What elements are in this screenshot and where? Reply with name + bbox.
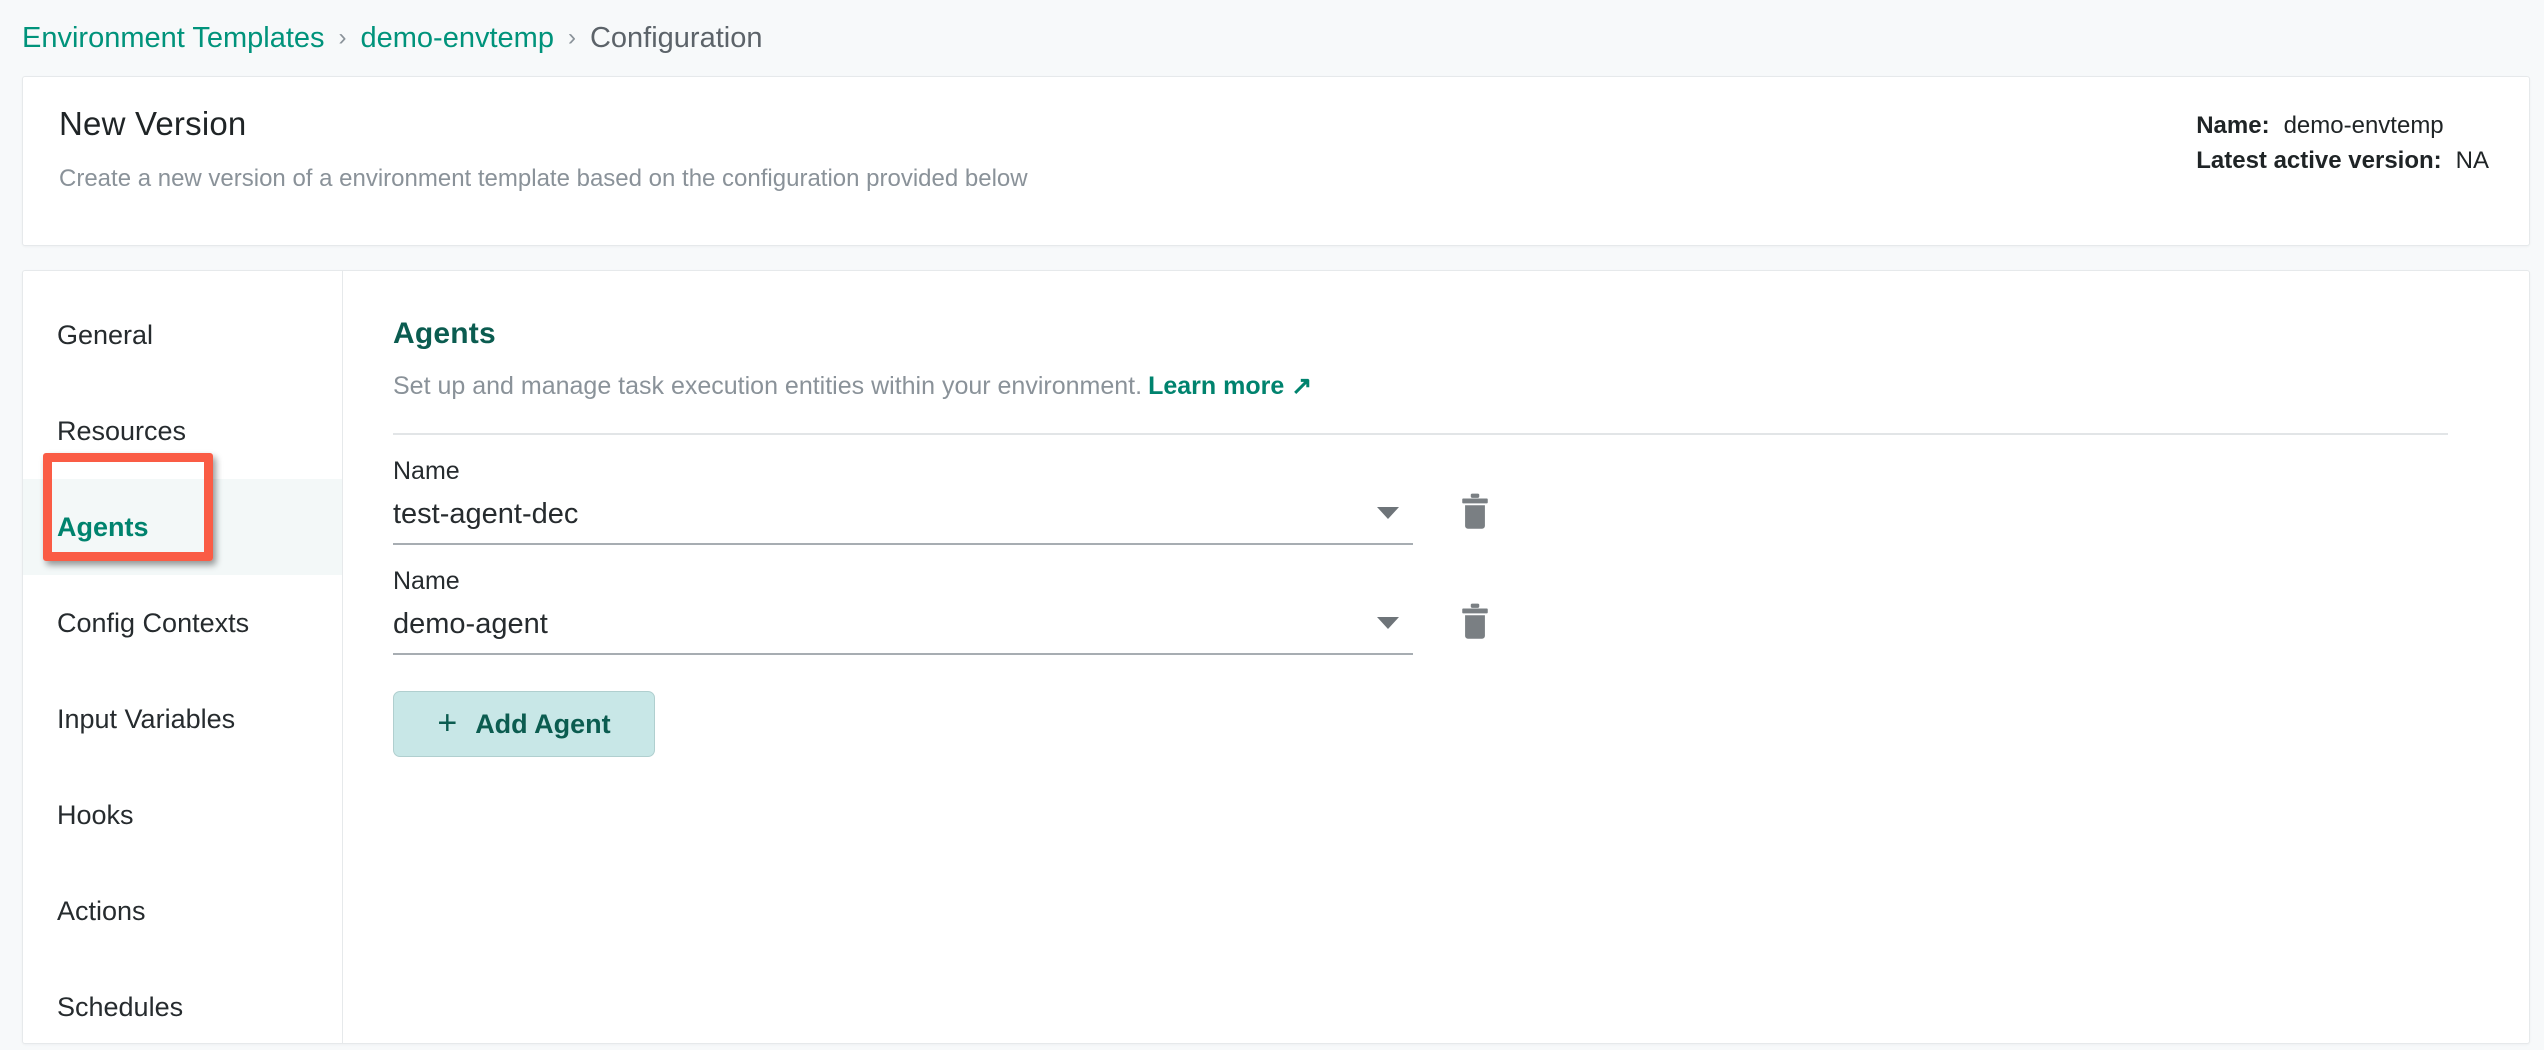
section-divider (393, 433, 2448, 435)
configuration-body-card: General Resources Agents Config Contexts… (22, 270, 2530, 1044)
agent-name-label: Name (393, 457, 460, 485)
page-title: New Version (59, 105, 247, 142)
breadcrumb-separator-icon: › (567, 24, 576, 51)
section-title: Agents (393, 317, 496, 350)
metadata-name-label: Name: (2196, 112, 2270, 139)
metadata-name-value: demo-envtemp (2283, 112, 2444, 139)
metadata-version-label: Latest active version: (2196, 146, 2442, 174)
sidebar-item-schedules[interactable]: Schedules (23, 959, 342, 1043)
add-agent-label: Add Agent (475, 708, 611, 739)
breadcrumb-item-configuration: Configuration (589, 21, 763, 54)
trash-icon (1462, 603, 1488, 639)
sidebar-item-actions[interactable]: Actions (23, 863, 342, 959)
chevron-down-icon (1377, 506, 1399, 519)
sidebar-item-general[interactable]: General (23, 287, 342, 383)
metadata-name-row: Name: demo-envtemp (2196, 109, 2489, 144)
add-agent-button[interactable]: + Add Agent (393, 691, 655, 757)
template-metadata: Name: demo-envtemp Latest active version… (2196, 109, 2489, 179)
sidebar-item-label: Agents (57, 511, 149, 542)
sidebar-item-label: General (57, 319, 154, 350)
metadata-version-value: NA (2455, 146, 2489, 174)
metadata-version-row: Latest active version: NA (2196, 144, 2489, 179)
delete-agent-button[interactable] (1447, 483, 1503, 541)
learn-more-link[interactable]: Learn more ↗ (1148, 372, 1312, 400)
sidebar-item-resources[interactable]: Resources (23, 383, 342, 479)
breadcrumb-item-environment-templates[interactable]: Environment Templates (22, 22, 325, 55)
sidebar-item-label: Input Variables (57, 703, 236, 734)
plus-icon: + (437, 703, 458, 742)
agent-name-label: Name (393, 567, 460, 595)
new-version-header-card: New Version Create a new version of a en… (22, 76, 2530, 246)
delete-agent-button[interactable] (1447, 593, 1503, 651)
agent-name-value: demo-agent (393, 608, 548, 640)
sidebar-item-label: Actions (57, 895, 146, 926)
agent-name-select[interactable]: demo-agent (393, 608, 1413, 655)
sidebar-item-agents[interactable]: Agents (23, 479, 342, 575)
learn-more-label: Learn more (1148, 372, 1285, 400)
sidebar-item-label: Hooks (57, 799, 134, 830)
section-description: Set up and manage task execution entitie… (393, 371, 2479, 401)
sidebar-item-hooks[interactable]: Hooks (23, 767, 342, 863)
sidebar-item-input-variables[interactable]: Input Variables (23, 671, 342, 767)
agent-name-select[interactable]: test-agent-dec (393, 498, 1413, 545)
section-description-text: Set up and manage task execution entitie… (393, 372, 1143, 400)
breadcrumb-separator-icon: › (338, 24, 347, 51)
page-subtitle: Create a new version of a environment te… (59, 165, 1028, 192)
agents-panel: Agents Set up and manage task execution … (343, 271, 2529, 1043)
sidebar-item-label: Resources (57, 415, 187, 446)
sidebar-item-config-contexts[interactable]: Config Contexts (23, 575, 342, 671)
trash-icon (1462, 493, 1488, 529)
agent-name-field: Name demo-agent (393, 567, 1413, 655)
configuration-sidebar: General Resources Agents Config Contexts… (23, 271, 343, 1043)
chevron-down-icon (1377, 616, 1399, 629)
agent-name-value: test-agent-dec (393, 498, 579, 530)
agent-row: Name test-agent-dec (393, 457, 2479, 545)
sidebar-item-label: Schedules (57, 991, 184, 1022)
sidebar-item-label: Config Contexts (57, 607, 250, 638)
agent-name-field: Name test-agent-dec (393, 457, 1413, 545)
breadcrumb-item-demo-envtemp[interactable]: demo-envtemp (361, 22, 554, 55)
external-link-arrow-icon: ↗ (1291, 372, 1313, 400)
breadcrumb: Environment Templates › demo-envtemp › C… (0, 0, 2544, 76)
agent-row: Name demo-agent (393, 567, 2479, 655)
